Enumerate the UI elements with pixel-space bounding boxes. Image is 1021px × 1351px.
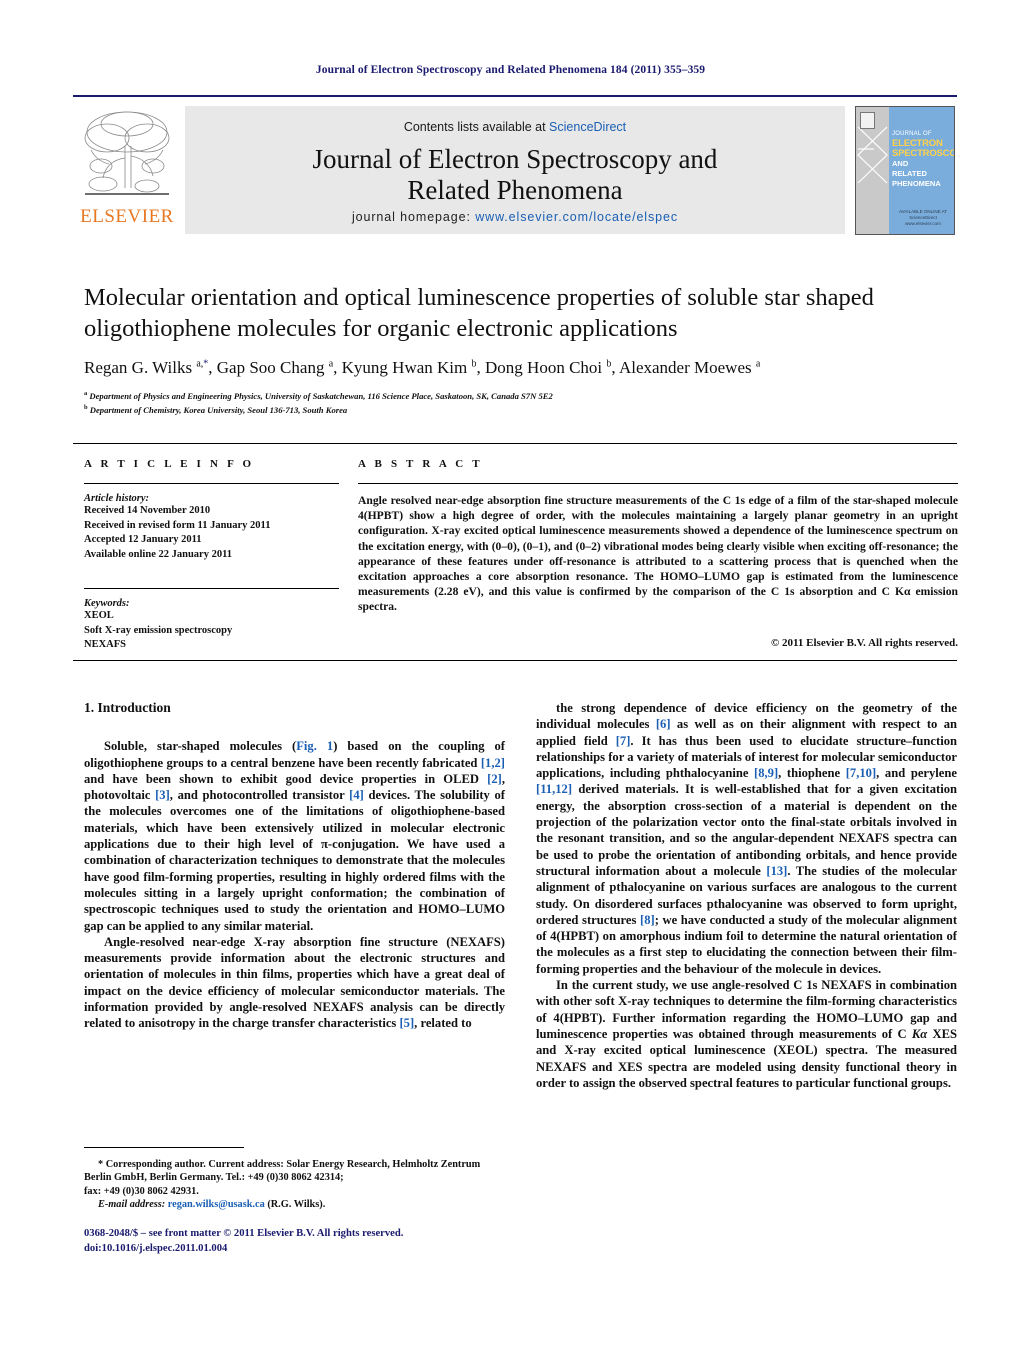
keywords-list: XEOL Soft X-ray emission spectroscopy NE… (84, 609, 339, 653)
contents-available-line: Contents lists available at ScienceDirec… (185, 120, 845, 134)
email-label: E-mail address: (98, 1199, 166, 1211)
body-paragraph: the strong dependence of device efficien… (536, 701, 958, 976)
body-paragraph: Soluble, star-shaped molecules (Fig. 1) … (84, 739, 505, 933)
sciencedirect-band: Contents lists available at ScienceDirec… (185, 106, 845, 234)
keyword-item: NEXAFS (84, 639, 127, 650)
sciencedirect-link[interactable]: ScienceDirect (549, 120, 626, 134)
cover-line-spectroscopy: SPECTROSCOPY (892, 148, 954, 159)
contents-prefix: Contents lists available at (403, 120, 550, 134)
journal-title-line-1: Journal of Electron Spectroscopy and (312, 144, 718, 174)
body-column-left: 1. Introduction Soluble, star-shaped mol… (84, 700, 505, 1032)
article-info-column: A R T I C L E I N F O Article history: R… (84, 458, 339, 653)
body-paragraph: In the current study, we use angle-resol… (536, 978, 957, 1090)
keyword-item: XEOL (84, 610, 114, 621)
elsevier-logo: ELSEVIER (75, 106, 179, 234)
body-paragraph: Angle-resolved near-edge X-ray absorptio… (84, 934, 505, 1031)
affiliation-b: b Department of Chemistry, Korea Univers… (84, 402, 956, 416)
section-heading-introduction: 1. Introduction (84, 700, 171, 715)
abstract-text: Angle resolved near-edge absorption fine… (358, 494, 958, 614)
abstract-rule (358, 483, 958, 484)
keywords-title: Keywords: (84, 598, 130, 609)
affiliation-b-text: Department of Chemistry, Korea Universit… (89, 405, 348, 416)
cover-line-related: RELATED PHENOMENA (892, 169, 941, 188)
imprint-block: 0368-2048/$ – see front matter © 2011 El… (84, 1227, 514, 1256)
affiliation-a: a Department of Physics and Engineering … (84, 388, 956, 402)
article-history-list: Received 14 November 2010 Received in re… (84, 504, 339, 562)
journal-masthead: ELSEVIER Contents lists available at Sci… (73, 95, 957, 235)
journal-cover-thumbnail: JOURNAL OF ELECTRON SPECTROSCOPY AND REL… (855, 106, 955, 235)
journal-homepage-line: journal homepage: www.elsevier.com/locat… (185, 210, 845, 224)
journal-article-page: Journal of Electron Spectroscopy and Rel… (0, 0, 1021, 1351)
article-history-title: Article history: (84, 493, 150, 504)
keyword-item: Soft X-ray emission spectroscopy (84, 624, 233, 636)
article-info-rule (84, 483, 339, 484)
affiliation-a-text: Department of Physics and Engineering Ph… (89, 390, 553, 401)
journal-title-line-2: Related Phenomena (407, 175, 623, 205)
journal-title: Journal of Electron Spectroscopy and Rel… (185, 144, 845, 206)
email-link[interactable]: regan.wilks@usask.ca (168, 1199, 265, 1210)
elsevier-tree-logo-icon (81, 106, 173, 204)
cover-footer: AVAILABLE ONLINE AT ScienceDirect www.el… (892, 209, 954, 227)
abstract-column: A B S T R A C T Angle resolved near-edge… (358, 458, 958, 649)
email-suffix: (R.G. Wilks). (267, 1199, 326, 1211)
email-line: E-mail address: regan.wilks@usask.ca (R.… (84, 1198, 505, 1211)
cover-title-text: JOURNAL OF ELECTRON SPECTROSCOPY AND REL… (892, 129, 954, 189)
cover-line-and: AND (892, 159, 909, 168)
abstract-copyright: © 2011 Elsevier B.V. All rights reserved… (771, 636, 958, 649)
history-item: Accepted 12 January 2011 (84, 534, 202, 545)
journal-homepage-url[interactable]: www.elsevier.com/locate/elspec (475, 210, 678, 224)
history-item: Received in revised form 11 January 2011 (84, 519, 271, 531)
issn-front-matter: 0368-2048/$ – see front matter © 2011 El… (84, 1228, 404, 1239)
homepage-label: journal homepage: (351, 210, 476, 224)
footnote-divider (84, 1147, 244, 1148)
info-divider-top (73, 443, 957, 444)
keywords-rule (84, 588, 339, 589)
history-item: Received 14 November 2010 (84, 505, 211, 516)
cover-badge-icon (860, 112, 875, 129)
cover-x-pattern-icon (857, 126, 888, 184)
elsevier-wordmark: ELSEVIER (80, 206, 174, 227)
abstract-heading: A B S T R A C T (358, 458, 483, 470)
title-block: Molecular orientation and optical lumine… (84, 282, 956, 417)
info-divider-bottom (73, 660, 957, 661)
running-head: Journal of Electron Spectroscopy and Rel… (315, 64, 706, 76)
corresponding-author-note: * Corresponding author. Current address:… (84, 1159, 481, 1184)
article-info-heading: A R T I C L E I N F O (84, 458, 255, 470)
affiliations: a Department of Physics and Engineering … (84, 388, 956, 417)
author-list: Regan G. Wilks a,*, Gap Soo Chang a, Kyu… (84, 358, 761, 377)
fax-line: fax: +49 (0)30 8062 42931. (84, 1185, 199, 1197)
history-item: Available online 22 January 2011 (84, 548, 232, 560)
cover-footer-line-3: www.elsevier.com (905, 221, 941, 226)
tree-svg (84, 111, 170, 195)
keywords-block: Keywords: XEOL Soft X-ray emission spect… (84, 588, 339, 653)
footnote-block: * Corresponding author. Current address:… (84, 1158, 505, 1212)
affiliation-marker-a: a (84, 390, 88, 397)
body-column-right: the strong dependence of device efficien… (536, 700, 957, 1091)
affiliation-marker-b: b (84, 404, 88, 412)
doi-line[interactable]: doi:10.1016/j.elspec.2011.01.004 (84, 1242, 514, 1257)
article-title: Molecular orientation and optical lumine… (84, 284, 874, 342)
